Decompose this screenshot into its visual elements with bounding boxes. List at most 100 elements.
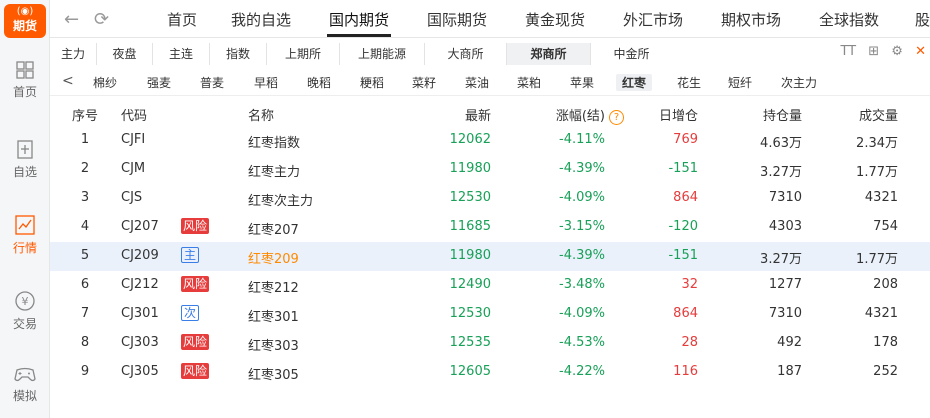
- row-daily: -151: [668, 248, 698, 263]
- table-row[interactable]: 1 CJFI 红枣指数 12062 -4.11% 769 4.63万 2.34万: [50, 126, 930, 155]
- refresh-icon[interactable]: ⟳: [94, 9, 109, 30]
- row-name: 红枣301: [248, 310, 299, 325]
- product-rapeseed-oil[interactable]: 菜油: [465, 74, 489, 91]
- row-hold: 3.27万: [760, 165, 802, 180]
- nav-watchlist[interactable]: 我的自选: [231, 9, 291, 30]
- row-name: 红枣指数: [248, 136, 301, 151]
- row-latest: 12530: [449, 306, 491, 321]
- nav-stocks[interactable]: 股: [915, 9, 930, 30]
- row-code: CJ301: [121, 306, 159, 321]
- product-peanut[interactable]: 花生: [677, 74, 701, 91]
- row-vol: 252: [873, 364, 898, 379]
- tab-czce[interactable]: 郑商所: [507, 43, 591, 65]
- gamepad-icon: [14, 367, 36, 382]
- product-rapeseed[interactable]: 菜籽: [412, 74, 436, 91]
- close-icon[interactable]: ✕: [915, 44, 926, 59]
- row-vol: 208: [873, 277, 898, 292]
- row-change: -3.15%: [559, 219, 605, 234]
- row-vol: 1.77万: [856, 252, 898, 267]
- product-apple[interactable]: 苹果: [570, 74, 594, 91]
- nav-forex[interactable]: 外汇市场: [623, 9, 683, 30]
- settings-gear-icon[interactable]: ⚙: [891, 44, 903, 59]
- row-hold: 187: [777, 364, 802, 379]
- nav-home[interactable]: 首页: [167, 9, 197, 30]
- row-daily: -151: [668, 161, 698, 176]
- row-name: 红枣207: [248, 223, 299, 238]
- help-icon[interactable]: ?: [609, 110, 624, 125]
- product-staple-fiber[interactable]: 短纤: [728, 74, 752, 91]
- top-navigation: ← ⟳ 首页 我的自选 国内期货 国际期货 黄金现货 外汇市场 期权市场 全球指…: [50, 0, 930, 38]
- row-change: -4.22%: [559, 364, 605, 379]
- product-common-wheat[interactable]: 普麦: [200, 74, 224, 91]
- sidebar-item-simulate[interactable]: 模拟: [0, 364, 50, 404]
- app-logo[interactable]: (◉) 期货: [4, 4, 46, 38]
- nav-gold-spot[interactable]: 黄金现货: [525, 9, 585, 30]
- product-strong-wheat[interactable]: 强麦: [147, 74, 171, 91]
- table-row[interactable]: 6 CJ212 风险 红枣212 12490 -3.48% 32 1277 208: [50, 271, 930, 300]
- nav-international-futures[interactable]: 国际期货: [427, 9, 487, 30]
- tab-continuous[interactable]: 主连: [153, 43, 210, 65]
- svg-text:¥: ¥: [22, 295, 29, 308]
- row-badge: 主: [181, 247, 200, 263]
- table-row[interactable]: 7 CJ301 次 红枣301 12530 -4.09% 864 7310 4321: [50, 300, 930, 329]
- toolbar-icons: TT ⊞ ⚙ ✕: [832, 44, 926, 59]
- font-size-icon[interactable]: TT: [840, 44, 856, 59]
- product-rapeseed-meal[interactable]: 菜粕: [517, 74, 541, 91]
- table-body: 1 CJFI 红枣指数 12062 -4.11% 769 4.63万 2.34万 2 CJM 红枣主…: [50, 126, 930, 387]
- row-hold: 7310: [768, 190, 802, 205]
- nav-options[interactable]: 期权市场: [721, 9, 781, 30]
- table-row[interactable]: 9 CJ305 风险 红枣305 12605 -4.22% 116 187 252: [50, 358, 930, 387]
- row-index: 5: [80, 248, 90, 263]
- row-name: 红枣主力: [248, 165, 301, 180]
- row-index: 2: [80, 161, 90, 176]
- table-row[interactable]: 8 CJ303 风险 红枣303 12535 -4.53% 28 492 178: [50, 329, 930, 358]
- nav-domestic-futures[interactable]: 国内期货: [329, 9, 389, 30]
- tab-ine[interactable]: 上期能源: [340, 43, 425, 65]
- table-row[interactable]: 5 CJ209 主 红枣209 11980 -4.39% -151 3.27万 1.77万: [50, 242, 930, 271]
- header-idx[interactable]: 序号: [70, 105, 100, 124]
- back-arrow-icon[interactable]: ←: [64, 9, 79, 30]
- row-daily: 28: [681, 335, 698, 350]
- tab-shfe[interactable]: 上期所: [267, 43, 340, 65]
- sidebar-item-watchlist[interactable]: 自选: [0, 138, 50, 180]
- sidebar-item-home[interactable]: 首页: [0, 60, 50, 100]
- product-cotton-yarn[interactable]: 棉纱: [93, 74, 117, 91]
- tab-cffex[interactable]: 中金所: [591, 43, 672, 65]
- sidebar-item-quotes[interactable]: 行情: [0, 214, 50, 256]
- tab-index[interactable]: 指数: [210, 43, 267, 65]
- product-late-rice[interactable]: 晚稻: [307, 74, 331, 91]
- tab-night[interactable]: 夜盘: [97, 43, 153, 65]
- header-daily[interactable]: 日增仓: [659, 105, 698, 124]
- product-red-jujube[interactable]: 红枣: [616, 74, 653, 91]
- table-row[interactable]: 2 CJM 红枣主力 11980 -4.39% -151 3.27万 1.77万: [50, 155, 930, 184]
- row-name: 红枣305: [248, 368, 299, 383]
- table-row[interactable]: 3 CJS 红枣次主力 12530 -4.09% 864 7310 4321: [50, 184, 930, 213]
- sidebar-label-home: 首页: [12, 85, 37, 99]
- row-code: CJ303: [121, 335, 159, 350]
- header-code[interactable]: 代码: [121, 105, 147, 124]
- tab-dce[interactable]: 大商所: [425, 43, 507, 65]
- product-early-rice[interactable]: 早稻: [254, 74, 278, 91]
- nav-global-index[interactable]: 全球指数: [819, 9, 879, 30]
- header-vol[interactable]: 成交量: [859, 105, 898, 124]
- header-latest[interactable]: 最新: [465, 105, 491, 124]
- tab-main[interactable]: 主力: [50, 43, 97, 65]
- sidebar-item-trade[interactable]: ¥ 交易: [0, 290, 50, 332]
- row-latest: 12605: [449, 364, 491, 379]
- table-row[interactable]: 4 CJ207 风险 红枣207 11685 -3.15% -120 4303 754: [50, 213, 930, 242]
- row-daily: 864: [673, 190, 698, 205]
- row-hold: 492: [777, 335, 802, 350]
- header-name[interactable]: 名称: [248, 105, 274, 124]
- product-secondary-main[interactable]: 次主力: [781, 74, 817, 91]
- layout-grid-icon[interactable]: ⊞: [868, 44, 879, 59]
- row-badge: 风险: [181, 363, 210, 379]
- row-code: CJ209: [121, 248, 159, 263]
- row-latest: 12530: [449, 190, 491, 205]
- header-change[interactable]: 涨幅(结)?: [556, 105, 624, 125]
- chevron-left-icon[interactable]: <: [62, 73, 74, 89]
- product-japonica-rice[interactable]: 粳稻: [360, 74, 384, 91]
- row-hold: 1277: [768, 277, 802, 292]
- row-daily: 32: [681, 277, 698, 292]
- exchange-tabs: 主力 夜盘 主连 指数 上期所 上期能源 大商所 郑商所 中金所 TT ⊞ ⚙ …: [50, 40, 930, 68]
- header-hold[interactable]: 持仓量: [763, 105, 802, 124]
